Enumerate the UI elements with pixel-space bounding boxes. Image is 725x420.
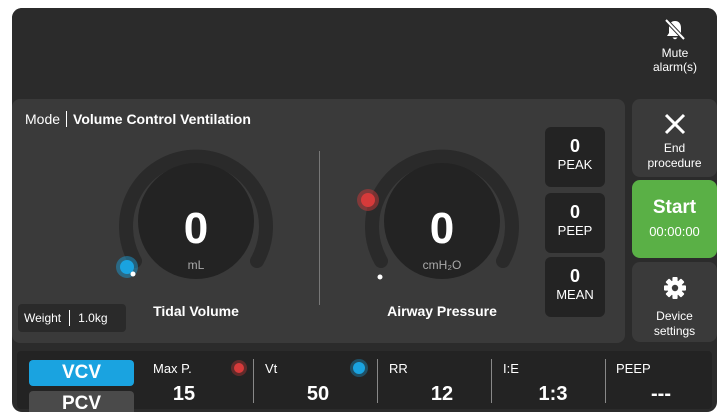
airway-pressure-value: 0: [429, 204, 455, 253]
end-label-line1: End: [663, 141, 686, 155]
peak-value: 0: [569, 136, 580, 156]
param-rr-value: 12: [430, 383, 454, 405]
settings-label-line2: settings: [653, 324, 696, 338]
peep-value: 0: [569, 202, 580, 222]
tidal-volume-unit: mL: [187, 258, 205, 272]
device-settings-button[interactable]: Device settings: [632, 262, 717, 342]
peep-label: PEEP: [557, 223, 593, 238]
gauge-divider: [319, 151, 320, 305]
mean-pressure-box: 0 MEAN: [545, 257, 605, 317]
mute-label-line1: Mute: [661, 46, 689, 60]
close-icon: [664, 113, 685, 135]
max-pressure-alarm-dot: [234, 363, 244, 373]
param-divider: [377, 359, 378, 403]
gear-icon: [663, 277, 686, 299]
param-max-pressure-label: Max P.: [153, 361, 192, 376]
param-rr[interactable]: RR 12: [389, 357, 495, 407]
tidal-volume-value: 0: [183, 204, 209, 253]
bell-off-icon: [664, 18, 686, 41]
start-button[interactable]: Start 00:00:00: [632, 180, 717, 258]
param-divider: [253, 359, 254, 403]
mute-alarms-button[interactable]: Mute alarm(s): [638, 18, 712, 90]
vcv-mode-button[interactable]: VCV: [29, 360, 134, 386]
param-vt-label: Vt: [265, 361, 278, 376]
param-peep-label: PEEP: [616, 361, 651, 376]
param-ie[interactable]: I:E 1:3: [503, 357, 603, 407]
airway-pressure-title: Airway Pressure: [387, 303, 497, 319]
param-vt[interactable]: Vt 50: [265, 357, 371, 407]
vt-indicator-dot: [353, 362, 365, 374]
mode-value: Volume Control Ventilation: [73, 111, 251, 127]
mean-label: MEAN: [556, 287, 594, 302]
param-ie-value: 1:3: [538, 383, 568, 405]
param-rr-label: RR: [389, 361, 408, 376]
weight-display: Weight 1.0kg: [18, 304, 126, 332]
settings-label-line1: Device: [656, 309, 693, 323]
param-peep-value: ---: [651, 383, 671, 405]
param-vt-value: 50: [306, 383, 330, 405]
start-label: Start: [652, 197, 697, 218]
weight-value: 1.0kg: [78, 311, 108, 325]
end-procedure-button[interactable]: End procedure: [632, 99, 717, 177]
mode-indicator: Mode Volume Control Ventilation: [25, 111, 251, 127]
peep-pressure-box: 0 PEEP: [545, 193, 605, 253]
param-ie-label: I:E: [503, 361, 519, 376]
peak-pressure-box: 0 PEAK: [545, 127, 605, 187]
peak-label: PEAK: [557, 157, 593, 172]
param-peep[interactable]: PEEP ---: [616, 357, 706, 407]
parameter-bar: VCV PCV Max P. 15 Vt 50 RR 12 I:E 1:3 PE…: [17, 351, 712, 412]
mean-value: 0: [569, 266, 580, 286]
monitor-panel: Mode Volume Control Ventilation 0 mL Tida…: [12, 99, 625, 343]
pcv-mode-button[interactable]: PCV: [29, 391, 134, 412]
airway-pressure-readout: 0 cmH₂O: [383, 204, 501, 284]
tidal-volume-title: Tidal Volume: [153, 303, 239, 319]
mode-label: Mode: [25, 111, 61, 127]
param-divider: [491, 359, 492, 403]
start-timer: 00:00:00: [649, 224, 700, 239]
tidal-volume-readout: 0 mL: [137, 204, 255, 284]
airway-pressure-pointer: [377, 274, 383, 280]
weight-label: Weight: [24, 311, 62, 325]
mute-label-line2: alarm(s): [653, 60, 697, 74]
end-label-line2: procedure: [647, 156, 702, 170]
param-max-pressure-value: 15: [172, 383, 196, 405]
airway-pressure-unit: cmH₂O: [422, 258, 462, 272]
top-bar: Mute alarm(s): [12, 8, 717, 96]
param-divider: [605, 359, 606, 403]
ventilator-screen: Mute alarm(s) Mode Volume Control Ventila…: [12, 8, 717, 412]
param-max-pressure[interactable]: Max P. 15: [153, 357, 247, 407]
